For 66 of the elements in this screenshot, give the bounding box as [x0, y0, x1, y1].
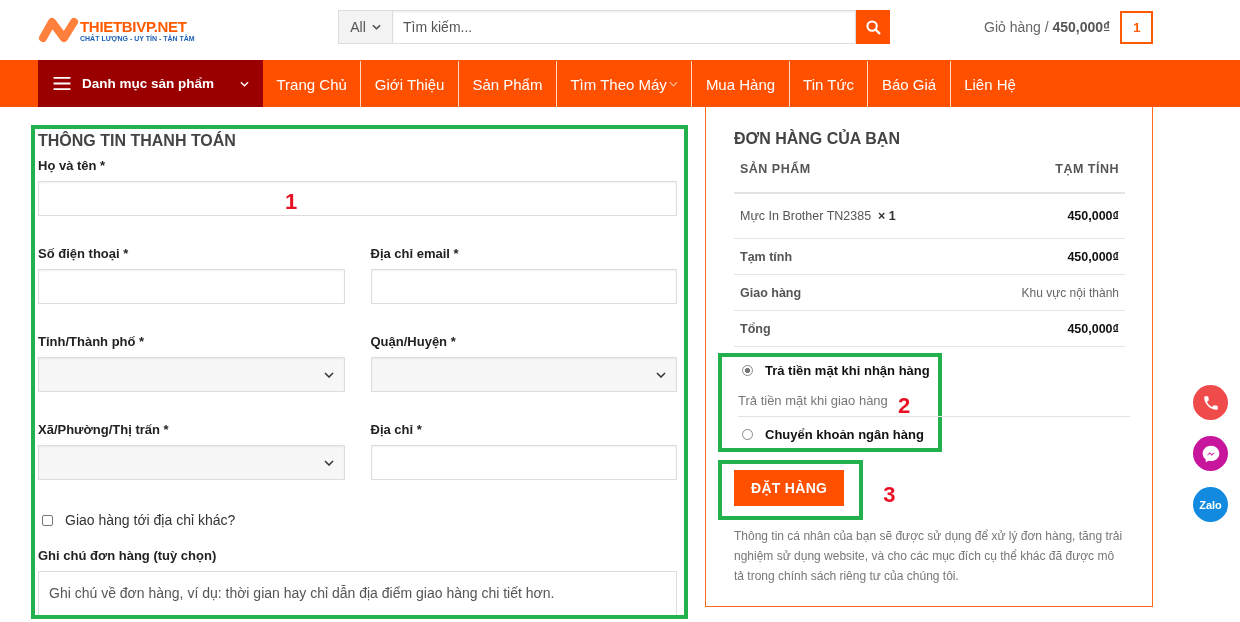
zalo-button[interactable]: Zalo [1193, 487, 1228, 522]
chevron-icon [371, 24, 381, 30]
search-icon [865, 19, 881, 35]
field-label: Địa chỉ email * [370, 246, 460, 261]
radio-button[interactable] [742, 365, 753, 376]
menu-icon [52, 76, 72, 91]
nav-link[interactable]: Giới Thiệu [360, 61, 458, 107]
select-field[interactable] [370, 357, 677, 392]
checkbox[interactable] [42, 514, 53, 526]
category-menu-button[interactable]: Danh mục sản phẩm [38, 60, 263, 107]
nav-link[interactable]: Trang Chủ [263, 61, 361, 107]
messenger-button[interactable] [1193, 436, 1228, 471]
input-field[interactable] [38, 269, 345, 304]
total-value: 450,000₫ [1067, 321, 1119, 336]
column-header: TẠM TÍNH [1055, 162, 1119, 176]
field-label: Họ và tên * [38, 158, 107, 173]
total-value: Khu vực nội thành [1021, 285, 1119, 300]
select-field[interactable] [38, 445, 345, 480]
chat-bubble-icon [1200, 443, 1221, 464]
nav-link[interactable]: Mua Hàng [691, 61, 789, 107]
column-header: SẢN PHẨM [740, 162, 811, 176]
chevron-icon [668, 81, 678, 87]
nav-link[interactable]: Liên Hệ [949, 61, 1030, 107]
place-order-button[interactable]: ĐẶT HÀNG [734, 470, 845, 506]
logo-name[interactable]: THIETBIVP.NET [80, 18, 195, 35]
input-field[interactable] [370, 269, 677, 304]
field-label: Tỉnh/Thành phố * [38, 334, 146, 349]
field-label: Xã/Phường/Thị trấn * [38, 422, 170, 437]
annotation-number: 1 [285, 189, 298, 215]
nav-link[interactable]: Báo Giá [867, 61, 950, 107]
input-field[interactable] [370, 445, 677, 480]
search-field[interactable]: Tìm kiếm... [392, 10, 856, 44]
nav-link[interactable]: Sản Phẩm [457, 61, 556, 107]
chevron-icon [323, 459, 334, 466]
chevron-icon [240, 80, 249, 87]
radio-label[interactable]: Chuyển khoản ngân hàng [765, 427, 924, 442]
product-name: Mực In Brother TN2385 × 1 [740, 209, 896, 223]
search-button[interactable] [856, 10, 890, 44]
total-label: Tạm tính [740, 249, 793, 264]
nav-link[interactable]: Tìm Theo Máy [555, 61, 692, 107]
checkbox-label[interactable]: Giao hàng tới địa chỉ khác? [65, 512, 236, 528]
notes-field[interactable]: Ghi chú về đơn hàng, ví dụ: thời gian hay chỉ dẫn địa điểm giao hàng chi tiết hơn. [38, 571, 677, 615]
total-label: Giao hàng [740, 285, 802, 300]
field-label: Địa chỉ * [370, 422, 423, 437]
category-select[interactable]: All [338, 10, 392, 44]
nav-link[interactable]: Tin Tức [788, 61, 868, 107]
privacy-text: Thông tin cá nhân của bạn sẽ được sử dụng để xử lý đơn hàng, tăng trải nghiệm sử dụng website, và cho các mục đích cụ thể khác đã được mô tả trong chính sách riêng tư của chúng tôi. [734, 528, 1124, 585]
radio-label[interactable]: Trả tiền mặt khi nhận hàng [765, 363, 930, 378]
phone-button[interactable] [1193, 385, 1228, 420]
select-field[interactable] [38, 357, 345, 392]
cart-label[interactable]: Giỏ hàng / 450,000₫ [984, 19, 1111, 35]
phone-icon [1201, 393, 1220, 412]
cart-count[interactable]: 1 [1120, 10, 1154, 44]
product-total: 450,000₫ [1067, 209, 1119, 223]
total-value: 450,000₫ [1067, 249, 1119, 264]
annotation-number: 3 [883, 482, 896, 508]
total-label: Tổng [740, 321, 771, 336]
field-label: Ghi chú đơn hàng (tuỳ chọn) [38, 548, 218, 563]
chevron-icon [656, 371, 666, 378]
annotation-number: 2 [898, 393, 911, 419]
field-label: Số điện thoại * [38, 246, 130, 261]
section-title: THÔNG TIN THANH TOÁN [38, 132, 237, 150]
chevron-icon [323, 371, 334, 378]
section-title: ĐƠN HÀNG CỦA BẠN [734, 130, 901, 148]
input-field[interactable] [38, 181, 677, 216]
field-label: Quận/Huyện * [370, 334, 457, 349]
